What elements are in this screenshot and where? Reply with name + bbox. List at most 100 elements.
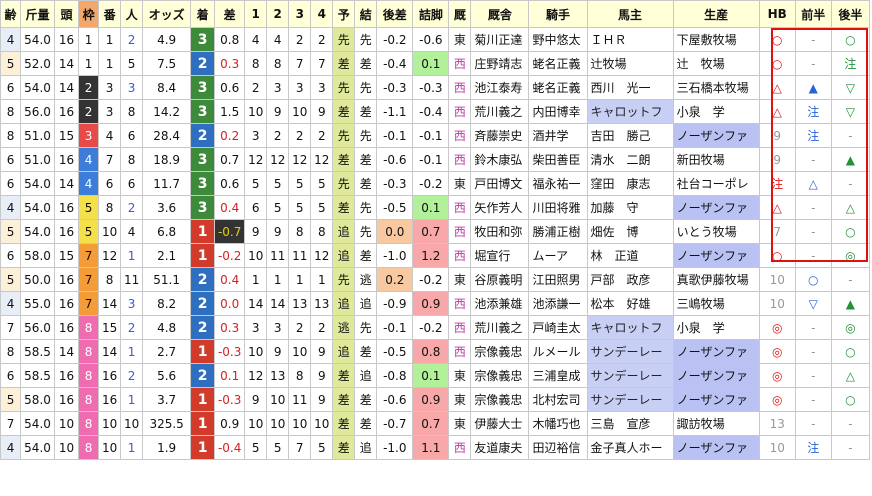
corner3-cell: 2 — [288, 123, 312, 148]
column-header[interactable]: 後差 — [376, 0, 414, 28]
column-header[interactable]: 3 — [288, 0, 312, 28]
corner4-cell: 12 — [310, 243, 334, 268]
corner1-cell: 10 — [244, 99, 268, 124]
predicted-style-cell: 追 — [332, 243, 356, 268]
first-half-mark-cell: ○ — [794, 267, 832, 292]
finish-cell: 2 — [190, 315, 216, 340]
owner-cell: 畑佐 博 — [586, 219, 674, 244]
table-row[interactable]: 4 54.0 16 1 1 2 4.9 3 0.8 4 4 2 2 先先 -0.2 -0.6 東菊川正達 野中悠太… — [0, 27, 871, 52]
column-header[interactable]: 予 — [332, 0, 356, 28]
column-header[interactable]: 馬主 — [586, 0, 674, 28]
age-cell: 6 — [0, 75, 22, 100]
column-header[interactable]: 齢 — [0, 0, 22, 28]
column-header[interactable]: 着 — [190, 0, 216, 28]
column-header[interactable]: 結 — [354, 0, 378, 28]
finish-cell: 3 — [190, 27, 216, 52]
frame-cell: 1 — [78, 51, 100, 76]
column-header[interactable]: オッズ — [142, 0, 192, 28]
first-half-mark-cell: - — [794, 195, 832, 220]
second-half-mark-cell: △ — [830, 363, 871, 388]
frame-cell: 3 — [78, 123, 100, 148]
table-row[interactable]: 6 58.0 15 7 12 1 2.1 1 -0.2 10 11 11 12 追差 -1.0 1.2 西堀宣行… — [0, 243, 871, 268]
corner3-cell: 1 — [288, 267, 312, 292]
table-row[interactable]: 4 54.0 16 5 8 2 3.6 3 0.4 6 5 5 5 差先 -0.5 0.1 西矢作芳人 川田将雅加… — [0, 195, 871, 220]
first-half-mark-cell: - — [794, 411, 832, 436]
column-header[interactable]: 厩 — [448, 0, 472, 28]
table-row[interactable]: 6 51.0 16 4 7 8 18.9 3 0.7 12 12 12 12 差差 -0.6 -0.1 西鈴木康… — [0, 147, 871, 172]
odds-cell: 28.4 — [142, 123, 192, 148]
predicted-style-cell: 先 — [332, 171, 356, 196]
column-header[interactable]: 騎手 — [528, 0, 588, 28]
table-row[interactable]: 8 58.5 14 8 14 1 2.7 1 -0.3 10 9 10 9 追差 -0.5 0.8 西宗像義忠ル… — [0, 339, 871, 364]
breeder-cell: ノーザンファ — [672, 123, 760, 148]
finish-cell: 2 — [190, 123, 216, 148]
table-row[interactable]: 7 54.0 10 8 10 10 325.5 1 0.9 10 10 10 10 差差 -0.7 0.7 東伊… — [0, 411, 871, 436]
table-row[interactable]: 8 56.0 16 2 3 8 14.2 3 1.5 10 9 10 9 差差 -1.1 -0.4 西荒川義之内… — [0, 99, 871, 124]
horse-number-cell: 6 — [98, 171, 122, 196]
table-row[interactable]: 7 56.0 16 8 15 2 4.8 2 0.3 3 3 2 2 逃先 -0.1 -0.2 西荒川義之 戸崎圭… — [0, 315, 871, 340]
owner-cell: 西川 光一 — [586, 75, 674, 100]
column-header[interactable]: 番 — [98, 0, 122, 28]
column-header[interactable]: 2 — [266, 0, 290, 28]
corner1-cell: 9 — [244, 219, 268, 244]
table-row[interactable]: 8 51.0 15 3 4 6 28.4 2 0.2 3 2 2 2 先先 -0.1 -0.1 西斉藤崇史 酒井学… — [0, 123, 871, 148]
table-row[interactable]: 4 54.0 10 8 10 1 1.9 1 -0.4 5 5 7 5 差追 -1.0 1.1 西友道康夫 田辺裕… — [0, 435, 871, 460]
column-header[interactable]: 厩舎 — [470, 0, 530, 28]
closing-cell: 0.9 — [412, 387, 450, 412]
field-size-cell: 14 — [54, 171, 80, 196]
table-row[interactable]: 5 58.0 16 8 16 1 3.7 1 -0.3 9 10 11 9 差差 -0.6 0.9 東宗像義忠北… — [0, 387, 871, 412]
corner1-cell: 10 — [244, 339, 268, 364]
horse-number-cell: 14 — [98, 291, 122, 316]
table-row[interactable]: 5 50.0 16 7 8 11 51.1 2 0.4 1 1 1 1 先逃 0.2 -0.2 東谷原義明 江田照… — [0, 267, 871, 292]
column-header[interactable]: 枠 — [78, 0, 100, 28]
breeder-cell: 諏訪牧場 — [672, 411, 760, 436]
corner2-cell: 1 — [266, 267, 290, 292]
column-header[interactable]: 詰脚 — [412, 0, 450, 28]
table-row[interactable]: 6 54.0 14 2 3 3 8.4 3 0.6 2 3 3 3 先先 -0.3 -0.3 西池江泰寿 蛯名正義… — [0, 75, 871, 100]
table-row[interactable]: 5 52.0 14 1 1 5 7.5 2 0.3 8 8 7 7 差差 -0.4 0.1 西庄野靖志 蛯名正義辻… — [0, 51, 871, 76]
column-header[interactable]: 1 — [244, 0, 268, 28]
column-header[interactable]: 後半 — [830, 0, 871, 28]
trainer-cell: 菊川正達 — [470, 27, 530, 52]
popularity-cell: 2 — [120, 195, 144, 220]
popularity-cell: 6 — [120, 171, 144, 196]
table-row[interactable]: 6 54.0 14 4 6 6 11.7 3 0.6 5 5 5 5 先差 -0.3 -0.2 東戸田博文 福永祐… — [0, 171, 871, 196]
stable-region-cell: 西 — [448, 195, 472, 220]
breeder-cell: 新田牧場 — [672, 147, 760, 172]
column-header[interactable]: 人 — [120, 0, 144, 28]
corner4-cell: 5 — [310, 435, 334, 460]
closing-cell: -0.3 — [412, 75, 450, 100]
corner2-cell: 12 — [266, 147, 290, 172]
jockey-cell: 蛯名正義 — [528, 51, 588, 76]
margin-cell: -0.2 — [214, 243, 246, 268]
corner3-cell: 5 — [288, 171, 312, 196]
column-header[interactable]: 生産 — [672, 0, 760, 28]
margin-cell: 0.2 — [214, 123, 246, 148]
owner-cell: サンデーレー — [586, 339, 674, 364]
late-diff-cell: -0.8 — [376, 363, 414, 388]
column-header[interactable]: 斤量 — [20, 0, 56, 28]
table-row[interactable]: 6 58.5 16 8 16 2 5.6 2 0.1 12 13 8 9 差追 -0.8 0.1 東宗像義忠 三浦… — [0, 363, 871, 388]
table-row[interactable]: 4 55.0 16 7 14 3 8.2 2 0.0 14 14 13 13 追追 -0.9 0.9 西池添兼雄… — [0, 291, 871, 316]
column-header[interactable]: 頭 — [54, 0, 80, 28]
column-header[interactable]: HB — [758, 0, 796, 28]
stable-region-cell: 西 — [448, 147, 472, 172]
corner4-cell: 5 — [310, 171, 334, 196]
corner1-cell: 5 — [244, 435, 268, 460]
second-half-mark-cell: - — [830, 435, 871, 460]
late-diff-cell: -0.5 — [376, 195, 414, 220]
column-header[interactable]: 差 — [214, 0, 246, 28]
column-header[interactable]: 4 — [310, 0, 334, 28]
second-half-mark-cell: ○ — [830, 387, 871, 412]
corner2-cell: 3 — [266, 75, 290, 100]
column-header[interactable]: 前半 — [794, 0, 832, 28]
table-row[interactable]: 5 54.0 16 5 10 4 6.8 1 -0.7 9 9 8 8 追先 0.0 0.7 西牧田和弥 勝浦正樹… — [0, 219, 871, 244]
closing-cell: -0.6 — [412, 27, 450, 52]
corner3-cell: 7 — [288, 51, 312, 76]
age-cell: 6 — [0, 147, 22, 172]
first-half-mark-cell: ▽ — [794, 291, 832, 316]
weight-cell: 56.0 — [20, 99, 56, 124]
age-cell: 6 — [0, 243, 22, 268]
result-style-cell: 差 — [354, 339, 378, 364]
stable-region-cell: 東 — [448, 267, 472, 292]
